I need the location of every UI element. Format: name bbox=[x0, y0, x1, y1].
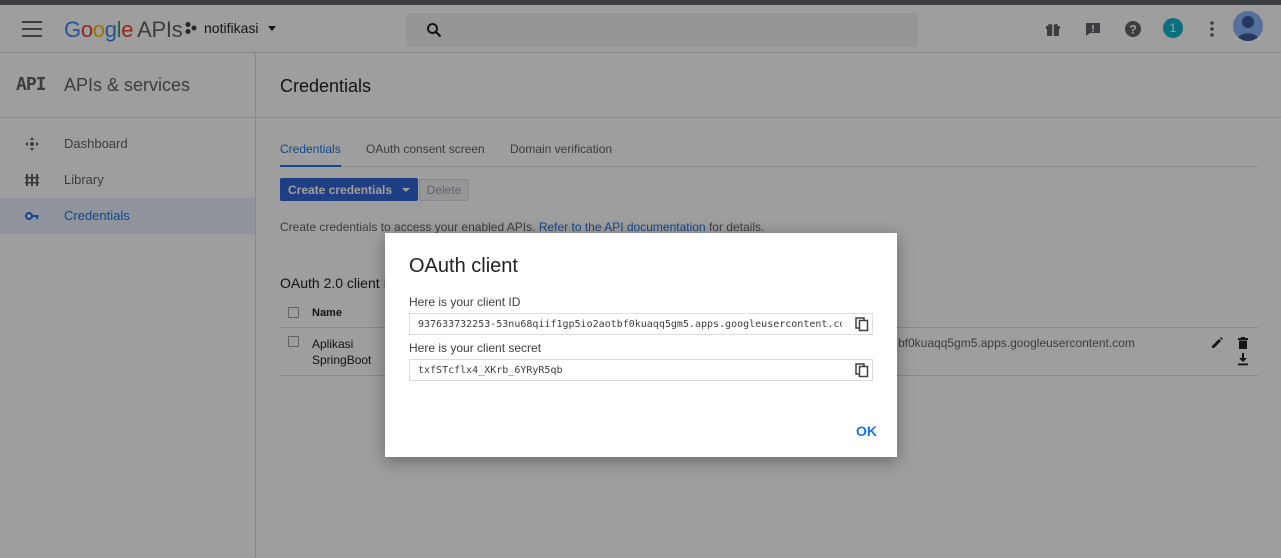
copy-icon[interactable] bbox=[854, 362, 870, 378]
client-secret-field bbox=[409, 359, 873, 381]
client-id-label: Here is your client ID bbox=[409, 295, 521, 309]
client-id-field bbox=[409, 313, 873, 335]
client-secret-label: Here is your client secret bbox=[409, 341, 542, 355]
client-secret-input[interactable] bbox=[410, 360, 850, 380]
dialog-title: OAuth client bbox=[409, 255, 518, 277]
oauth-client-dialog: OAuth client Here is your client ID Here… bbox=[385, 233, 897, 457]
client-id-input[interactable] bbox=[410, 314, 850, 334]
copy-icon[interactable] bbox=[854, 316, 870, 332]
ok-button[interactable]: OK bbox=[856, 423, 877, 439]
